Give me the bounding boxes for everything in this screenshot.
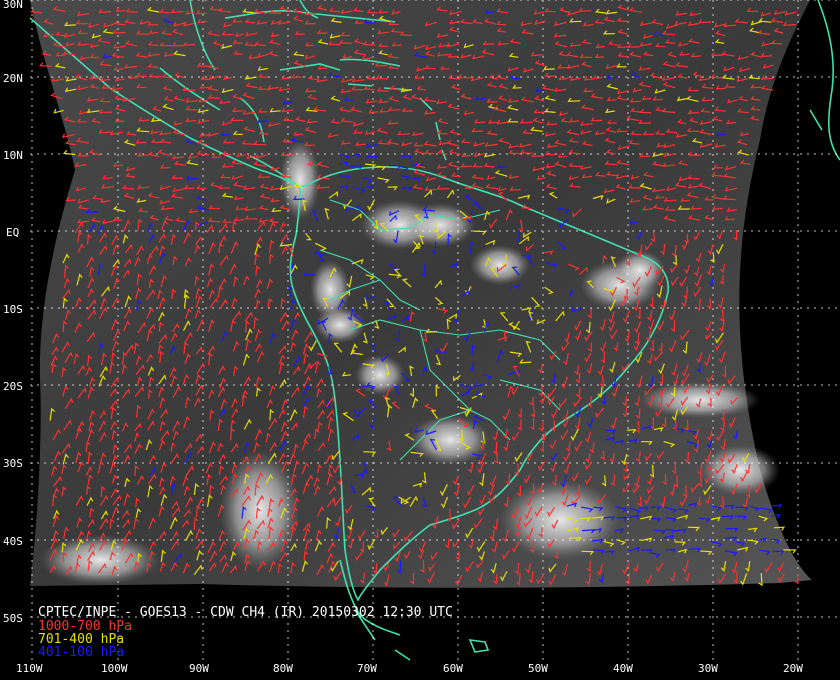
cloud-patch [40,535,160,585]
coastline-africa [809,0,840,161]
cloud-patch [310,260,350,320]
lat-label-20n: 20N [3,72,23,85]
lat-label-50s: 50S [3,612,23,625]
cloud-patch [500,480,620,560]
lon-label-20w: 20W [783,662,803,675]
wind-barb [771,504,783,509]
cloud-patch [470,245,530,285]
map-caption: CPTEC/INPE - GOES13 - CDW CH4 (IR) 20150… [38,605,453,620]
lat-label-30n: 30N [3,0,23,11]
coastline-falklands [468,639,490,653]
cloud-patch [700,445,780,495]
lon-label-50w: 50W [528,662,548,675]
satellite-wind-map: 30N 20N 10N EQ 10S 20S 30S 40S 50S 110W … [3,0,840,675]
lon-label-70w: 70W [357,662,377,675]
lat-label-10n: 10N [3,149,23,162]
longitude-labels: 110W 100W 90W 80W 70W 60W 50W 40W 30W 20… [16,662,803,675]
lat-label-eq: EQ [6,226,19,239]
lon-label-60w: 60W [443,662,463,675]
lon-label-80w: 80W [273,662,293,675]
legend-high-level: 401-100 hPa [38,645,124,660]
lat-label-10s: 10S [3,303,23,316]
lon-label-90w: 90W [189,662,209,675]
lon-label-100w: 100W [101,662,128,675]
lat-label-20s: 20S [3,380,23,393]
cloud-patch [355,355,405,395]
latitude-labels: 30N 20N 10N EQ 10S 20S 30S 40S 50S [3,0,23,625]
lon-label-110w: 110W [16,662,43,675]
lat-label-30s: 30S [3,457,23,470]
lon-label-40w: 40W [613,662,633,675]
lon-label-30w: 30W [698,662,718,675]
lat-label-40s: 40S [3,535,23,548]
